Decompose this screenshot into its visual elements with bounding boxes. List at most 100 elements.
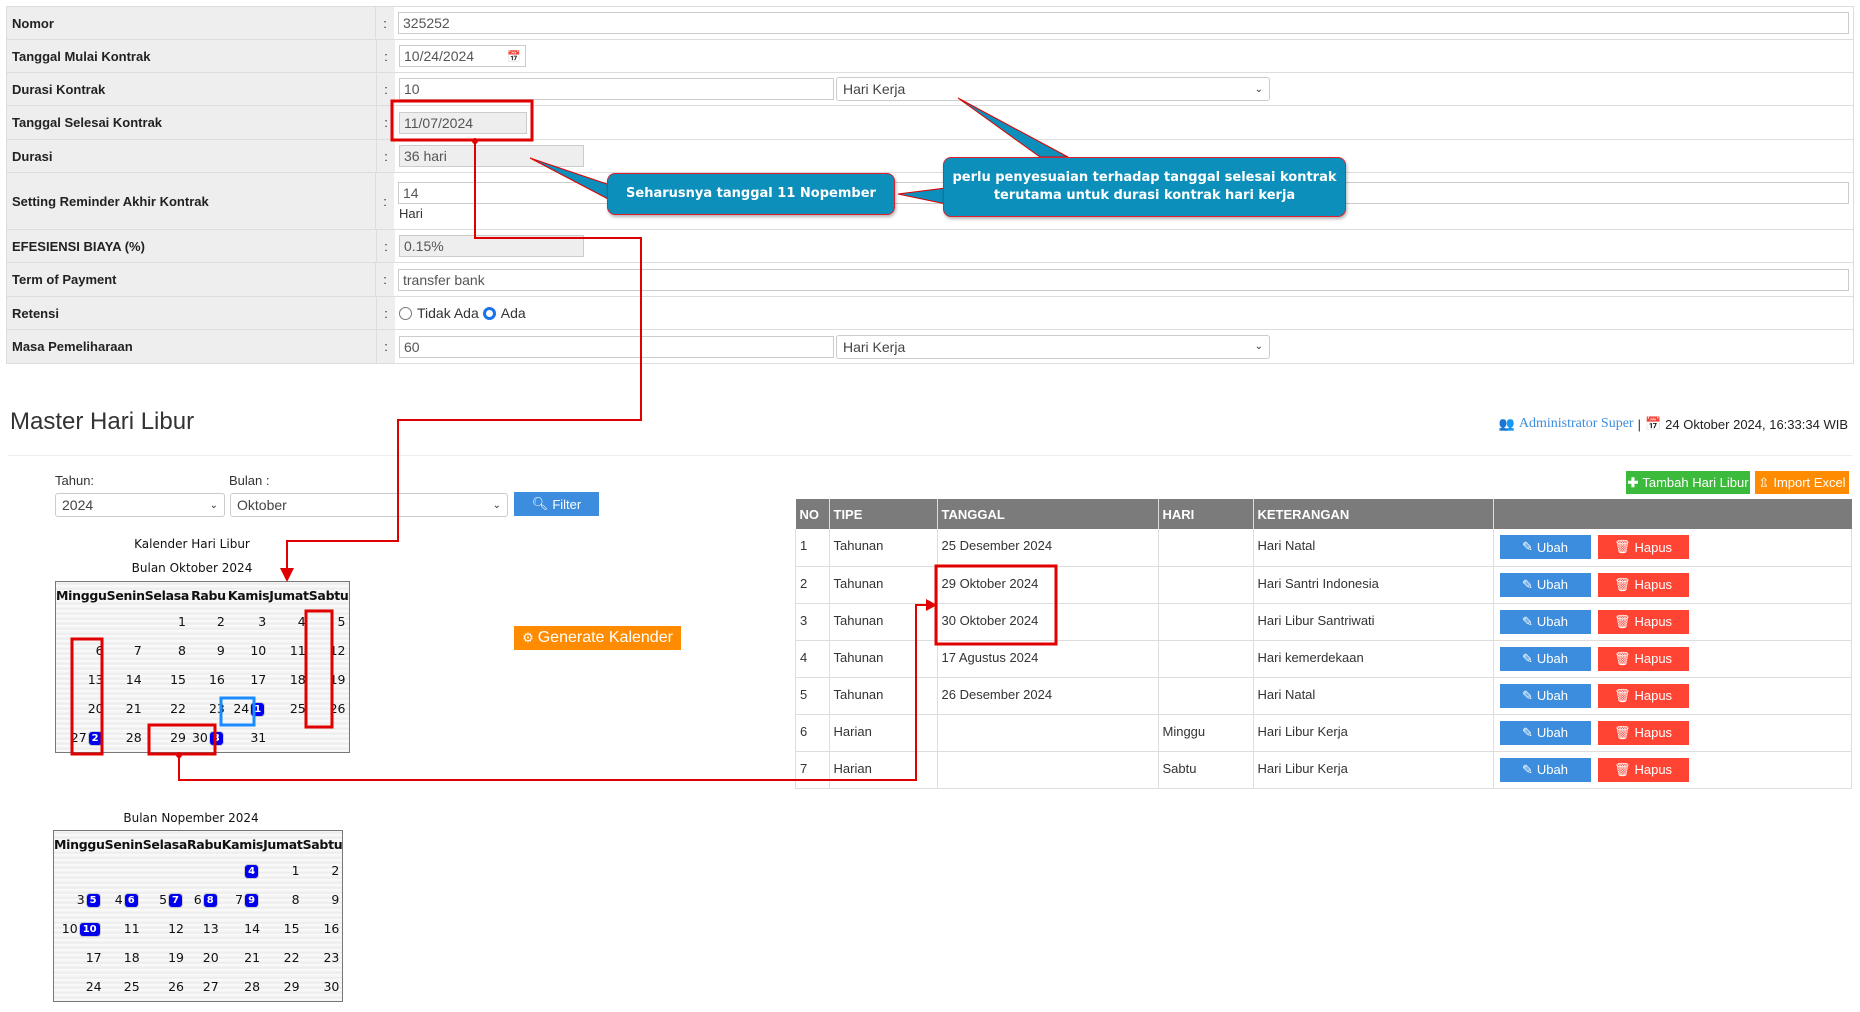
cell-hari	[1157, 603, 1254, 641]
row-term-payment: Term of Payment : transfer bank	[7, 263, 1853, 297]
holiday-badge[interactable]: 4	[245, 865, 259, 878]
calendar-day: 1	[263, 856, 303, 885]
calendar-day: 4	[222, 856, 263, 885]
calendar-day: 18	[105, 943, 143, 972]
holiday-badge[interactable]: 6	[124, 894, 138, 907]
row-tanggal-mulai: Tanggal Mulai Kontrak : 10/24/2024 📅	[7, 40, 1853, 73]
filter-label: Filter	[552, 496, 582, 512]
edit-button[interactable]: ✎ Ubah	[1499, 535, 1591, 559]
table-row: 2 Tahunan 29 Oktober 2024 Hari Santri Indon…	[795, 566, 1852, 604]
tanggal-selesai-input[interactable]: 11/07/2024	[399, 111, 527, 134]
delete-button[interactable]: 🗑︎ Hapus	[1597, 757, 1689, 782]
month-title-oktober: Bulan Oktober 2024	[131, 561, 253, 575]
delete-button[interactable]: 🗑︎ Hapus	[1597, 720, 1689, 745]
delete-label: Hapus	[1634, 762, 1673, 777]
calendar-day: 27 2	[56, 723, 107, 753]
nomor-input[interactable]: 325252	[398, 12, 1849, 34]
delete-button[interactable]: 🗑︎ Hapus	[1597, 535, 1689, 559]
masa-unit-select[interactable]: Hari Kerja ⌄	[836, 334, 1270, 359]
radio-ada[interactable]	[482, 306, 496, 320]
holiday-badge[interactable]: 10	[79, 923, 100, 936]
day-number: 22	[170, 701, 186, 716]
table-row: 4 Tahunan 17 Agustus 2024 Hari kemerdekaan ✎…	[795, 640, 1852, 678]
holiday-badge[interactable]: 2	[88, 732, 102, 745]
calendar-day-header: Minggu Senin Selasa Rabu Kamis Jumat Sabtu	[54, 831, 343, 857]
durasi-input[interactable]: 36 hari	[399, 145, 584, 167]
day-number: 9	[216, 643, 225, 658]
calendar-day: 23	[189, 694, 228, 723]
cell-tanggal: 17 Agustus 2024	[936, 640, 1159, 678]
calendar-day: 14	[222, 914, 263, 943]
day-number: 14	[125, 672, 142, 687]
edit-button[interactable]: ✎ Ubah	[1499, 609, 1591, 634]
holiday-badge[interactable]: 5	[86, 894, 100, 907]
holiday-badge[interactable]: 8	[203, 894, 217, 907]
row-durasi-kontrak: Durasi Kontrak : 10 Hari Kerja ⌄	[7, 73, 1853, 106]
calendar-day: 8	[263, 885, 303, 914]
delete-button[interactable]: 🗑︎ Hapus	[1597, 683, 1689, 708]
calendar-day	[269, 723, 309, 753]
day-name: Selasa	[144, 588, 190, 603]
cell-hari	[1157, 566, 1254, 604]
calendar-day: 14	[107, 665, 145, 694]
masa-pemeliharaan-input[interactable]: 60	[399, 335, 834, 358]
holiday-badge[interactable]: 7	[169, 894, 182, 907]
day-name: Senin	[106, 588, 145, 603]
cell-hari	[1157, 677, 1254, 715]
reminder-unit: Hari	[399, 205, 423, 221]
tahun-select[interactable]: 2024 ⌄	[55, 493, 225, 517]
durasi-unit-select[interactable]: Hari Kerja ⌄	[836, 77, 1270, 101]
day-number: 10	[61, 921, 78, 936]
day-name: Minggu	[54, 837, 105, 852]
calendar-day: 7	[107, 636, 145, 665]
delete-button[interactable]: 🗑︎ Hapus	[1597, 572, 1689, 597]
colon: :	[375, 7, 394, 39]
label-efesiensi: EFESIENSI BIAYA (%)	[7, 230, 376, 262]
edit-button[interactable]: ✎ Ubah	[1499, 757, 1591, 782]
tanggal-mulai-input[interactable]: 10/24/2024 📅	[399, 45, 526, 67]
user-link[interactable]: Administrator Super	[1519, 416, 1634, 432]
calendar-day: 2	[189, 607, 228, 636]
tambah-hari-libur-button[interactable]: ✚ Tambah Hari Libur	[1626, 471, 1750, 494]
edit-button[interactable]: ✎ Ubah	[1499, 572, 1591, 597]
edit-icon: ✎	[1522, 761, 1533, 777]
calendar-icon[interactable]: 📅	[507, 50, 521, 63]
bulan-select[interactable]: Oktober ⌄	[230, 493, 508, 517]
edit-button[interactable]: ✎ Ubah	[1499, 646, 1591, 671]
holiday-badge[interactable]: 3	[209, 732, 223, 745]
import-excel-button[interactable]: ⇫ Import Excel	[1755, 471, 1849, 494]
holiday-badge[interactable]: 9	[245, 894, 259, 907]
generate-kalender-button[interactable]: ⚙ Generate Kalender	[514, 626, 681, 650]
row-retensi: Retensi : Tidak Ada Ada	[7, 297, 1853, 330]
trash-icon: 🗑︎	[1613, 650, 1631, 666]
day-name: Senin	[104, 837, 143, 852]
day-number: 9	[331, 892, 340, 907]
cell-hari	[1157, 640, 1254, 678]
calendar-day: 8	[145, 636, 189, 665]
cell-no: 4	[795, 640, 830, 678]
radio-label-tidak-ada: Tidak Ada	[417, 305, 479, 321]
edit-button[interactable]: ✎ Ubah	[1499, 683, 1591, 708]
tanggal-mulai-value: 10/24/2024	[404, 48, 475, 64]
calendar-day: 68	[187, 885, 222, 914]
day-number: 23	[208, 701, 225, 716]
efesiensi-input[interactable]: 0.15%	[399, 235, 584, 257]
term-payment-input[interactable]: transfer bank	[398, 268, 1849, 291]
radio-tidak-ada[interactable]	[399, 306, 412, 320]
day-number: 18	[289, 672, 306, 687]
day-number: 24	[233, 701, 250, 716]
label-term-payment: Term of Payment	[7, 263, 376, 296]
label-reminder: Setting Reminder Akhir Kontrak	[7, 173, 376, 229]
delete-button[interactable]: 🗑︎ Hapus	[1597, 609, 1689, 634]
calendar-day: 21	[222, 943, 263, 972]
colon: :	[375, 263, 394, 296]
day-number: 10	[250, 643, 267, 658]
durasi-kontrak-input[interactable]: 10	[399, 78, 834, 100]
holiday-badge[interactable]: 1	[251, 703, 265, 716]
day-number: 29	[283, 979, 300, 994]
edit-button[interactable]: ✎ Ubah	[1499, 720, 1591, 745]
day-name: Sabtu	[302, 837, 343, 852]
calendar-day: 18	[269, 665, 309, 694]
filter-button[interactable]: 🔍︎ Filter	[514, 492, 599, 516]
delete-button[interactable]: 🗑︎ Hapus	[1597, 646, 1689, 671]
